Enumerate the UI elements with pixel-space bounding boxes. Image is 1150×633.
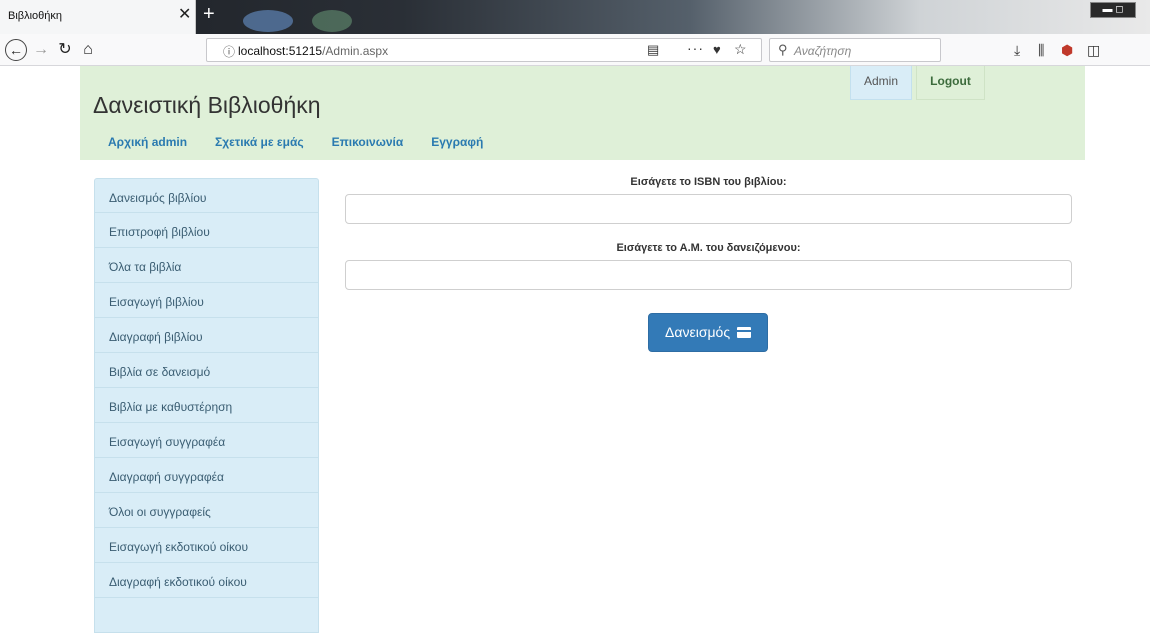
back-icon[interactable]: ← (5, 39, 27, 61)
nav-link-contact[interactable]: Επικοινωνία (332, 135, 404, 149)
browser-tab-strip: Βιβλιοθήκη ✕ + ▬ ◻ (0, 0, 1150, 34)
sidebar-item-all-books[interactable]: Όλα τα βιβλία (94, 248, 319, 283)
lend-button-label: Δανεισμός (665, 324, 731, 340)
search-placeholder: Αναζήτηση (794, 44, 852, 58)
sidebar-icon[interactable]: ◫ (1087, 39, 1100, 61)
ublock-icon[interactable]: ⬢ (1061, 39, 1073, 61)
reload-icon[interactable]: ↻ (54, 39, 76, 61)
user-badge[interactable]: Admin (850, 66, 912, 100)
bookmark-star-icon[interactable]: ☆ (734, 41, 747, 58)
nav-link-about[interactable]: Σχετικά με εμάς (215, 135, 304, 149)
sidebar-item-add-book[interactable]: Εισαγωγή βιβλίου (94, 283, 319, 318)
forward-icon[interactable]: → (30, 39, 52, 61)
downloads-icon[interactable]: ⤓ (1014, 39, 1020, 61)
new-tab-button[interactable]: + (203, 3, 215, 25)
isbn-label: Εισάγετε το ISBN του βιβλίου: (630, 176, 787, 188)
top-nav: Αρχική admin Σχετικά με εμάς Επικοινωνία… (108, 135, 483, 149)
admin-sidebar: Δανεισμός βιβλίου Επιστροφή βιβλίου Όλα … (94, 178, 319, 633)
search-input[interactable]: ⚲ Αναζήτηση (769, 38, 941, 62)
browser-tab[interactable]: Βιβλιοθήκη ✕ (0, 0, 196, 34)
browser-toolbar: ← → ↻ ⌂ ⓘ localhost:51215/Admin.aspx ▤ ·… (0, 34, 1150, 66)
borrower-id-input[interactable] (345, 260, 1072, 290)
sidebar-item-delete-author[interactable]: Διαγραφή συγγραφέα (94, 458, 319, 493)
sidebar-item-add-publisher[interactable]: Εισαγωγή εκδοτικού οίκου (94, 528, 319, 563)
url-host: localhost:51215 (238, 44, 323, 58)
tab-title: Βιβλιοθήκη (8, 10, 63, 22)
sidebar-item-delete-book[interactable]: Διαγραφή βιβλίου (94, 318, 319, 353)
page: Δανειστική Βιβλιοθήκη Admin Logout Αρχικ… (0, 66, 1150, 633)
sidebar-item-delete-publisher[interactable]: Διαγραφή εκδοτικού οίκου (94, 563, 319, 598)
sidebar-item-more[interactable] (94, 598, 319, 633)
reader-view-icon[interactable]: ▤ (647, 42, 659, 58)
sidebar-item-books-on-loan[interactable]: Βιβλία σε δανεισμό (94, 353, 319, 388)
borrower-id-label: Εισάγετε το Α.Μ. του δανειζόμενου: (616, 242, 801, 254)
window-controls[interactable]: ▬ ◻ (1090, 2, 1136, 18)
isbn-input[interactable] (345, 194, 1072, 224)
lend-button[interactable]: Δανεισμός (648, 313, 768, 352)
url-path: /Admin.aspx (322, 44, 389, 58)
sidebar-item-overdue-books[interactable]: Βιβλία με καθυστέρηση (94, 388, 319, 423)
library-icon[interactable]: ⫼ (1038, 39, 1044, 61)
background-tab-thumbnail (243, 10, 293, 32)
home-icon[interactable]: ⌂ (77, 39, 99, 61)
url-text: localhost:51215/Admin.aspx (238, 44, 388, 58)
logout-button[interactable]: Logout (916, 66, 985, 100)
credit-card-icon (736, 327, 751, 338)
sidebar-item-all-authors[interactable]: Όλοι οι συγγραφείς (94, 493, 319, 528)
nav-link-admin-home[interactable]: Αρχική admin (108, 135, 187, 149)
page-actions-icon[interactable]: ··· (687, 40, 704, 56)
search-icon: ⚲ (778, 42, 788, 57)
lend-book-form: Εισάγετε το ISBN του βιβλίου: Εισάγετε τ… (345, 176, 1072, 352)
address-bar[interactable]: ⓘ localhost:51215/Admin.aspx ▤ ··· ♥ ☆ (206, 38, 762, 62)
close-tab-icon[interactable]: ✕ (178, 7, 191, 23)
sidebar-item-return-book[interactable]: Επιστροφή βιβλίου (94, 213, 319, 248)
sidebar-item-add-author[interactable]: Εισαγωγή συγγραφέα (94, 423, 319, 458)
info-icon[interactable]: ⓘ (223, 43, 235, 60)
site-header: Δανειστική Βιβλιοθήκη Admin Logout Αρχικ… (80, 66, 1085, 160)
pocket-icon[interactable]: ♥ (713, 42, 721, 57)
sidebar-item-lend-book[interactable]: Δανεισμός βιβλίου (94, 178, 319, 213)
brand-title[interactable]: Δανειστική Βιβλιοθήκη (93, 92, 321, 119)
background-tab-thumbnail (312, 10, 352, 32)
nav-link-register[interactable]: Εγγραφή (431, 135, 483, 149)
